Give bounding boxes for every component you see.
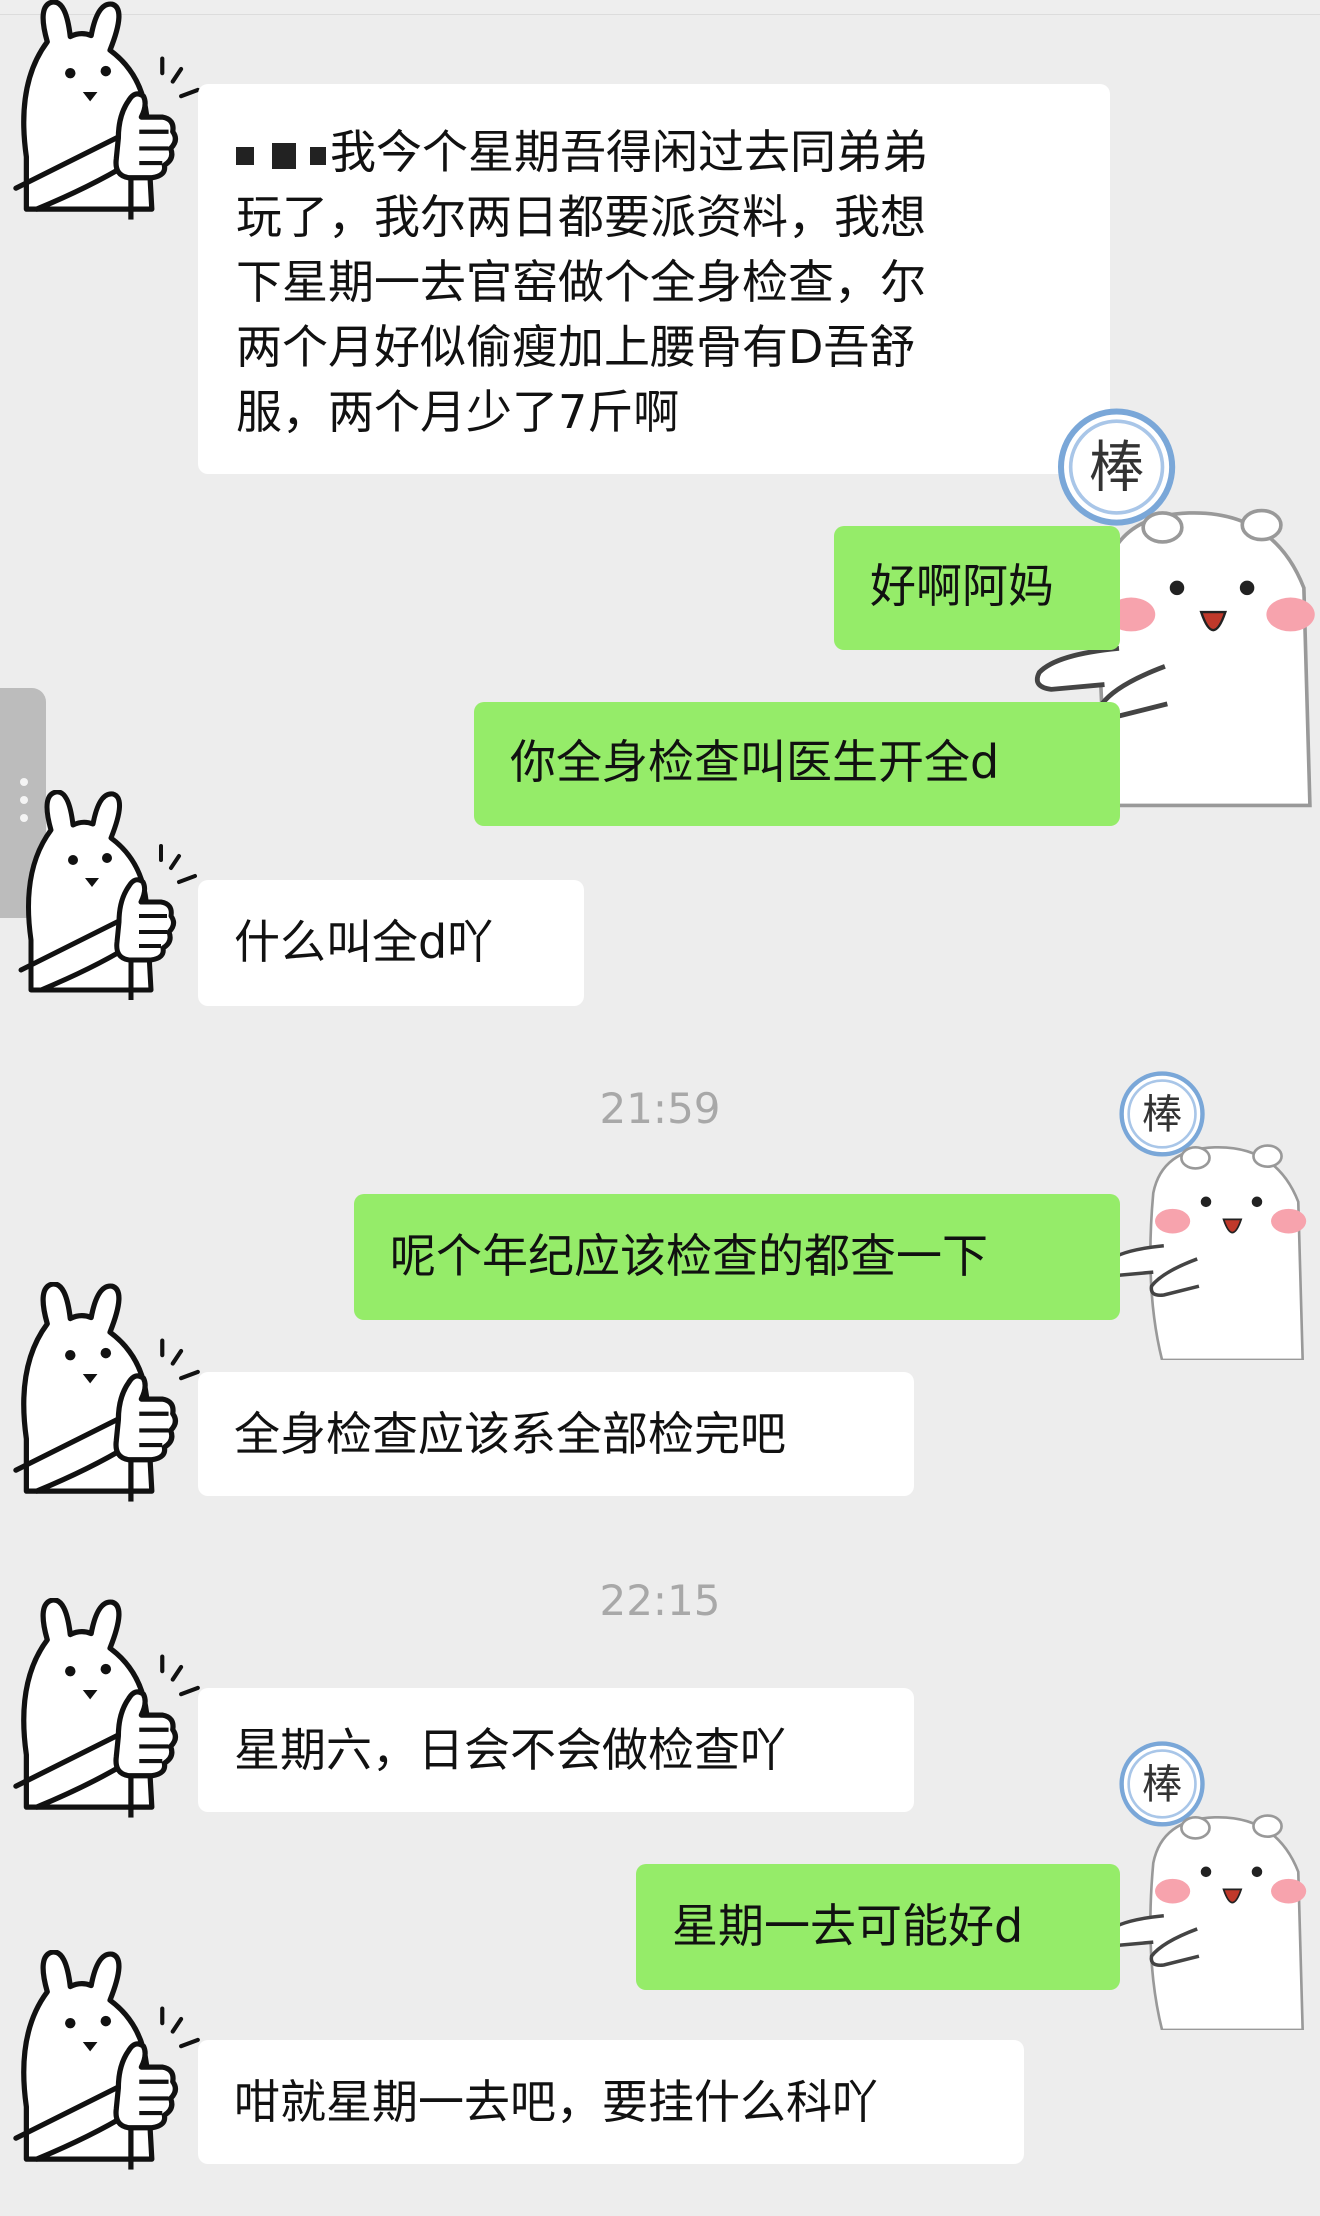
handle-dot [20,778,28,786]
bunny-thumbs-up-icon [0,1598,220,1828]
message-text: 全身检查应该系全部检完吧 [234,1407,786,1461]
message-bubble[interactable]: 呢个年纪应该检查的都查一下 [354,1194,1120,1320]
message-bubble[interactable]: 星期一去可能好d [636,1864,1120,1990]
message-bubble[interactable]: 你全身检查叫医生开全d [474,702,1120,826]
message-bubble[interactable]: 什么叫全d吖 [198,880,584,1006]
message-bubble[interactable]: 我今个星期吾得闲过去同弟弟 玩了，我尔两日都要派资料，我想 下星期一去官窑做个全… [198,84,1110,474]
bunny-thumbs-up-icon [0,0,220,230]
message-text: 呢个年纪应该检查的都查一下 [390,1229,988,1283]
bunny-thumbs-up-icon [0,1950,220,2180]
redacted-name-block [236,146,254,165]
message-bubble[interactable]: 全身检查应该系全部检完吧 [198,1372,914,1496]
message-bubble[interactable]: 咁就星期一去吧，要挂什么科吖 [198,2040,1024,2164]
redacted-name-block [272,142,296,169]
bunny-thumbs-up-icon [0,1282,220,1512]
message-text: 星期六，日会不会做检查吖 [234,1723,786,1777]
message-text: 什么叫全d吖 [234,915,494,969]
message-text: 你全身检查叫医生开全d [510,735,1000,789]
message-text: 我今个星期吾得闲过去同弟弟 玩了，我尔两日都要派资料，我想 下星期一去官窑做个全… [236,125,928,439]
hamster-bang-sticker-icon [1086,1070,1320,1360]
bottom-edge [0,2200,1320,2216]
message-text: 咁就星期一去吧，要挂什么科吖 [234,2075,878,2129]
bunny-thumbs-up-icon [6,790,216,1010]
message-bubble[interactable]: 星期六，日会不会做检查吖 [198,1688,914,1812]
redacted-name-block [310,146,326,165]
hamster-bang-sticker-icon [1086,1740,1320,2030]
message-text: 星期一去可能好d [672,1899,1024,1953]
message-bubble[interactable]: 好啊阿妈 [834,526,1120,650]
message-text: 好啊阿妈 [870,559,1054,613]
